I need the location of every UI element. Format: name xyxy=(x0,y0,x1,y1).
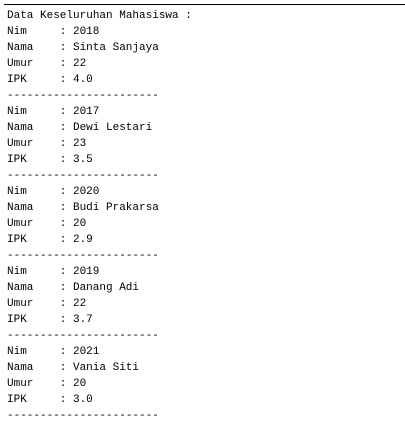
field-value-ipk: 3.0 xyxy=(72,394,93,406)
field-value-nama: Danang Adi xyxy=(72,282,139,294)
field-separator: : xyxy=(59,314,67,326)
field-label-nim: Nim xyxy=(7,346,27,358)
console-text-area: Data Keseluruhan Mahasiswa : Nim:2018 Nam… xyxy=(7,8,192,424)
field-separator: : xyxy=(59,266,67,278)
field-value-ipk: 3.7 xyxy=(72,314,93,326)
record-divider: ----------------------- xyxy=(7,330,159,342)
record-line-ipk: IPK:4.0 xyxy=(7,72,192,88)
field-separator: : xyxy=(59,106,67,118)
field-separator: : xyxy=(59,58,67,70)
field-value-umur: 20 xyxy=(72,218,87,230)
field-separator: : xyxy=(59,394,67,406)
record-line-nama: Nama: Sinta Sanjaya xyxy=(7,40,192,56)
field-label-umur: Umur xyxy=(7,138,34,150)
record-line-ipk: IPK:3.5 xyxy=(7,152,192,168)
field-label-nama: Nama xyxy=(7,202,34,214)
field-label-ipk: IPK xyxy=(7,234,27,246)
field-label-nim: Nim xyxy=(7,186,27,198)
record-line-umur: Umur:20 xyxy=(7,216,192,232)
record-line-ipk: IPK:3.0 xyxy=(7,392,192,408)
student-record: Nim:2017 Nama: Dewi Lestari Umur:23 IPK:3.5-… xyxy=(7,104,192,184)
field-separator: : xyxy=(59,154,67,166)
field-separator: : xyxy=(59,282,67,294)
field-separator: : xyxy=(59,234,67,246)
field-label-nim: Nim xyxy=(7,26,27,38)
record-line-umur: Umur:22 xyxy=(7,56,192,72)
field-separator: : xyxy=(59,202,67,214)
student-record: Nim:2021 Nama: Vania Siti Umur:20 IPK:3.0 ---… xyxy=(7,344,192,424)
field-value-nama: Budi Prakarsa xyxy=(72,202,159,214)
field-value-nim: 2018 xyxy=(72,26,100,38)
field-separator: : xyxy=(59,186,67,198)
field-label-nama: Nama xyxy=(7,362,34,374)
record-line-nama: Nama: Budi Prakarsa xyxy=(7,200,192,216)
field-separator: : xyxy=(59,138,67,150)
field-separator: : xyxy=(59,218,67,230)
record-line-nim: Nim:2019 xyxy=(7,264,192,280)
field-value-umur: 23 xyxy=(72,138,87,150)
field-label-umur: Umur xyxy=(7,298,34,310)
record-divider: ----------------------- xyxy=(7,250,159,262)
field-separator: : xyxy=(59,42,67,54)
record-line-nama: Nama: Dewi Lestari xyxy=(7,120,192,136)
field-value-nama: Vania Siti xyxy=(72,362,139,374)
field-separator: : xyxy=(59,122,67,134)
field-label-nim: Nim xyxy=(7,106,27,118)
record-line-nim: Nim:2018 xyxy=(7,24,192,40)
field-label-nama: Nama xyxy=(7,42,34,54)
field-value-nim: 2017 xyxy=(72,106,100,118)
console-output-window: Data Keseluruhan Mahasiswa : Nim:2018 Nam… xyxy=(0,0,405,422)
output-header: Data Keseluruhan Mahasiswa : xyxy=(7,10,192,22)
record-line-nim: Nim:2020 xyxy=(7,184,192,200)
field-value-nim: 2020 xyxy=(72,186,100,198)
field-separator: : xyxy=(59,26,67,38)
field-label-nim: Nim xyxy=(7,266,27,278)
record-line-nama: Nama: Vania Siti xyxy=(7,360,192,376)
field-value-ipk: 2.9 xyxy=(72,234,93,246)
field-value-nim: 2021 xyxy=(72,346,100,358)
field-value-ipk: 4.0 xyxy=(72,74,93,86)
record-line-umur: Umur:23 xyxy=(7,136,192,152)
record-line-nim: Nim:2021 xyxy=(7,344,192,360)
student-record: Nim:2019 Nama: Danang Adi Umur:22 IPK:3.7 ---… xyxy=(7,264,192,344)
record-line-ipk: IPK:3.7 xyxy=(7,312,192,328)
field-label-umur: Umur xyxy=(7,218,34,230)
field-value-umur: 22 xyxy=(72,298,87,310)
field-label-umur: Umur xyxy=(7,378,34,390)
record-divider: ----------------------- xyxy=(7,170,159,182)
field-separator: : xyxy=(59,346,67,358)
field-separator: : xyxy=(59,74,67,86)
field-separator: : xyxy=(59,298,67,310)
field-separator: : xyxy=(59,378,67,390)
record-line-ipk: IPK:2.9 xyxy=(7,232,192,248)
field-value-ipk: 3.5 xyxy=(72,154,93,166)
record-divider: ----------------------- xyxy=(7,90,159,102)
field-label-ipk: IPK xyxy=(7,314,27,326)
field-label-nama: Nama xyxy=(7,282,34,294)
field-value-nama: Sinta Sanjaya xyxy=(72,42,159,54)
field-label-umur: Umur xyxy=(7,58,34,70)
field-label-ipk: IPK xyxy=(7,154,27,166)
field-label-nama: Nama xyxy=(7,122,34,134)
field-label-ipk: IPK xyxy=(7,74,27,86)
field-separator: : xyxy=(59,362,67,374)
record-line-umur: Umur:22 xyxy=(7,296,192,312)
record-line-umur: Umur:20 xyxy=(7,376,192,392)
top-border-line xyxy=(4,4,405,5)
record-line-nama: Nama: Danang Adi xyxy=(7,280,192,296)
student-record-list: Nim:2018 Nama: Sinta Sanjaya Umur:22 IPK:4.0… xyxy=(7,24,192,424)
student-record: Nim:2018 Nama: Sinta Sanjaya Umur:22 IPK:4.0… xyxy=(7,24,192,104)
field-label-ipk: IPK xyxy=(7,394,27,406)
record-line-nim: Nim:2017 xyxy=(7,104,192,120)
field-value-umur: 20 xyxy=(72,378,87,390)
field-value-nama: Dewi Lestari xyxy=(72,122,153,134)
field-value-nim: 2019 xyxy=(72,266,100,278)
field-value-umur: 22 xyxy=(72,58,87,70)
student-record: Nim:2020 Nama: Budi Prakarsa Umur:20 IPK:2.9… xyxy=(7,184,192,264)
